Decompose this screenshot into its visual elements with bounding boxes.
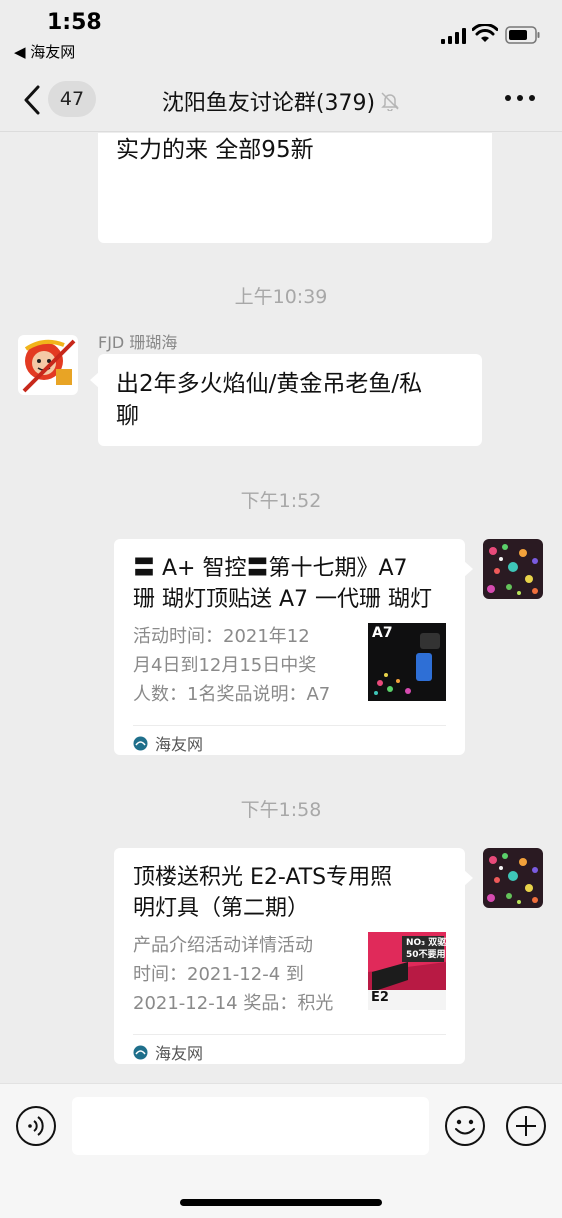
source-name: 海友网 bbox=[155, 1044, 204, 1063]
card-title: 顶楼送积光 E2-ATS专用照 明灯具（第二期） bbox=[133, 862, 447, 924]
cellular-signal-icon bbox=[441, 28, 466, 44]
mute-bell-icon bbox=[381, 92, 399, 111]
message-text-line: 聊 bbox=[116, 403, 139, 429]
card-title: 〓 A+ 智控〓第十七期》A7 珊 瑚灯顶贴送 A7 一代珊 瑚灯 bbox=[133, 553, 447, 615]
card-description: 活动时间：2021年12 月4日到12月15日中奖 人数：1名奖品说明：A7 bbox=[133, 622, 355, 709]
card-desc-line: 月4日到12月15日中奖 bbox=[133, 655, 317, 676]
card-source: 海友网 bbox=[133, 731, 203, 755]
link-card[interactable]: 〓 A+ 智控〓第十七期》A7 珊 瑚灯顶贴送 A7 一代珊 瑚灯 活动时间：2… bbox=[114, 539, 473, 755]
more-options-icon[interactable] bbox=[503, 86, 537, 110]
my-avatar[interactable] bbox=[483, 848, 543, 908]
chat-header: 47 沈阳鱼友讨论群(379) bbox=[0, 72, 562, 132]
card-title-line: 〓 A+ 智控〓第十七期》A7 bbox=[133, 556, 408, 581]
card-desc-line: 产品介绍活动详情活动 bbox=[133, 935, 313, 956]
reef-tank-avatar-icon bbox=[483, 848, 543, 908]
group-name: 沈阳鱼友讨论群(379) bbox=[161, 91, 376, 116]
thumb-label: A7 bbox=[372, 625, 393, 641]
battery-icon bbox=[505, 26, 540, 44]
card-divider bbox=[133, 1034, 446, 1035]
source-name: 海友网 bbox=[155, 735, 204, 754]
source-logo-icon bbox=[133, 1045, 148, 1059]
status-time: 1:58 bbox=[47, 10, 102, 35]
card-title-line: 珊 瑚灯顶贴送 A7 一代珊 瑚灯 bbox=[133, 587, 433, 612]
thumb-label: 50不要用 bbox=[406, 950, 446, 960]
message-list[interactable]: 实力的来 全部95新 上午10:39 FJD 珊瑚海 出2年多火焰仙/黄金吊老鱼… bbox=[0, 133, 562, 1083]
card-desc-line: 活动时间：2021年12 bbox=[133, 626, 310, 647]
message-bubble[interactable]: 出2年多火焰仙/黄金吊老鱼/私 聊 bbox=[90, 354, 482, 446]
status-bar: 1:58 ◀ 海友网 bbox=[0, 0, 562, 72]
card-desc-line: 时间：2021-12-4 到 bbox=[133, 964, 304, 985]
card-description: 产品介绍活动详情活动 时间：2021-12-4 到 2021-12-14 奖品：… bbox=[133, 931, 355, 1018]
card-source: 海友网 bbox=[133, 1040, 203, 1064]
avatar[interactable] bbox=[18, 335, 78, 395]
my-avatar[interactable] bbox=[483, 539, 543, 599]
sender-name: FJD 珊瑚海 bbox=[98, 333, 178, 352]
message-text-line: 出2年多火焰仙/黄金吊老鱼/私 bbox=[116, 371, 423, 397]
plus-icon[interactable] bbox=[505, 1105, 547, 1147]
message-input[interactable] bbox=[72, 1097, 429, 1155]
card-desc-line: 2021-12-14 奖品：积光 bbox=[133, 993, 334, 1014]
card-desc-line: 人数：1名奖品说明：A7 bbox=[133, 684, 331, 705]
input-bar bbox=[0, 1083, 562, 1218]
timestamp: 下午1:52 bbox=[240, 490, 322, 512]
voice-input-icon[interactable] bbox=[15, 1105, 57, 1147]
link-card[interactable]: 顶楼送积光 E2-ATS专用照 明灯具（第二期） 产品介绍活动详情活动 时间：2… bbox=[114, 848, 473, 1064]
message-text: 实力的来 全部95新 bbox=[116, 137, 314, 163]
chat-title: 沈阳鱼友讨论群(379) bbox=[0, 85, 562, 117]
message-bubble[interactable]: 实力的来 全部95新 bbox=[98, 133, 492, 243]
timestamp: 上午10:39 bbox=[234, 286, 328, 308]
timestamp: 下午1:58 bbox=[240, 799, 322, 821]
card-thumbnail: NO₃ 双驱 50不要用 E2 bbox=[368, 932, 446, 1010]
card-thumbnail: A7 bbox=[368, 623, 446, 701]
card-divider bbox=[133, 725, 446, 726]
reef-tank-avatar-icon bbox=[483, 539, 543, 599]
home-indicator[interactable] bbox=[180, 1199, 382, 1206]
monkey-avatar-icon bbox=[18, 335, 78, 395]
wifi-icon bbox=[472, 24, 498, 42]
card-title-line: 顶楼送积光 E2-ATS专用照 bbox=[133, 865, 393, 890]
emoji-icon[interactable] bbox=[444, 1105, 486, 1147]
source-logo-icon bbox=[133, 736, 148, 750]
back-to-app-link[interactable]: ◀ 海友网 bbox=[14, 41, 75, 62]
thumb-label: E2 bbox=[371, 990, 389, 1005]
card-title-line: 明灯具（第二期） bbox=[133, 896, 310, 921]
